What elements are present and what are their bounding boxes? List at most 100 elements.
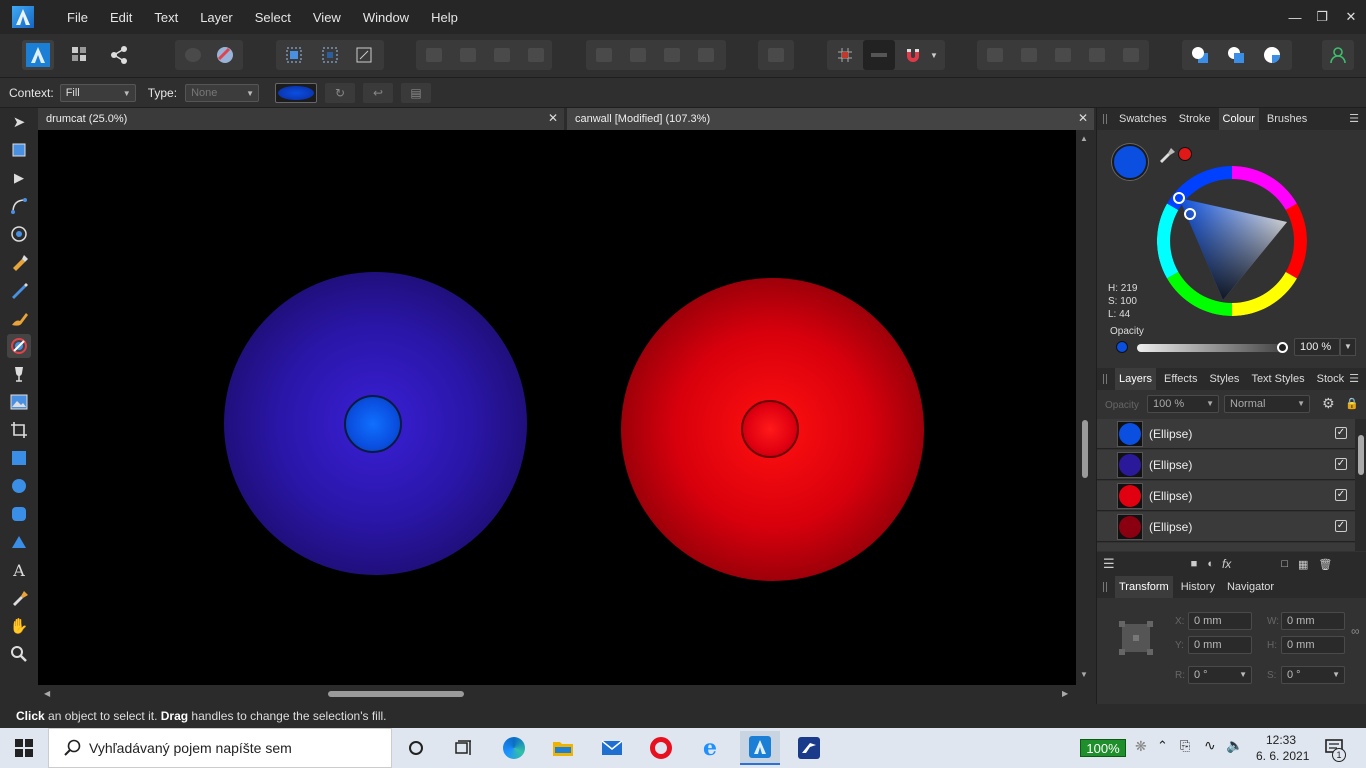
- canvas[interactable]: [38, 130, 1076, 685]
- grip-icon[interactable]: [1103, 582, 1107, 592]
- wifi-icon[interactable]: ∿: [1204, 737, 1216, 754]
- grip-icon[interactable]: [1103, 374, 1107, 384]
- tab-brushes[interactable]: Brushes: [1263, 108, 1311, 130]
- transform-origin-button[interactable]: [348, 40, 380, 70]
- tab-effects[interactable]: Effects: [1160, 368, 1201, 390]
- layer-row[interactable]: (Ellipse) ✓: [1097, 419, 1355, 449]
- transparency-tool[interactable]: [7, 362, 31, 386]
- scroll-up-icon[interactable]: ▲: [1080, 134, 1088, 143]
- context-select[interactable]: Fill ▼: [59, 83, 136, 102]
- internet-explorer-app[interactable]: e: [695, 734, 725, 762]
- assistant-button[interactable]: [177, 40, 209, 70]
- type-select[interactable]: None ▼: [185, 83, 260, 102]
- fx-icon[interactable]: fx: [1222, 557, 1231, 571]
- tab-stock[interactable]: Stock: [1313, 368, 1349, 390]
- layer-row[interactable]: (Ellipse) ✓: [1097, 512, 1355, 542]
- tab-canwall[interactable]: canwall [Modified] (107.3%) ✕: [567, 108, 1094, 130]
- panel-menu-icon[interactable]: ☰: [1349, 112, 1359, 125]
- reverse-fill-button[interactable]: ↻: [325, 82, 356, 103]
- aspect-fill-button[interactable]: ▤: [401, 82, 432, 103]
- close-window-icon[interactable]: ✕: [1336, 0, 1366, 34]
- snapping-grid-button[interactable]: [829, 40, 861, 70]
- chevron-up-icon[interactable]: ⌃: [1157, 738, 1168, 754]
- cortana-button[interactable]: [401, 734, 431, 762]
- rotation-input[interactable]: 0 ° ▼: [1188, 666, 1252, 684]
- scroll-down-icon[interactable]: ▼: [1080, 670, 1088, 679]
- gear-icon[interactable]: ⚙: [1322, 395, 1335, 412]
- menu-select[interactable]: Select: [244, 10, 302, 25]
- zoom-tool[interactable]: [7, 642, 31, 666]
- blend-mode-select[interactable]: Normal ▼: [1224, 395, 1310, 413]
- triangle-tool[interactable]: [7, 530, 31, 554]
- rotate-right-button[interactable]: [690, 40, 722, 70]
- horizontal-scrollbar[interactable]: ◀ ▶: [38, 685, 1076, 704]
- tab-transform[interactable]: Transform: [1115, 576, 1173, 598]
- opacity-slider-handle[interactable]: [1277, 342, 1288, 353]
- menu-window[interactable]: Window: [352, 10, 420, 25]
- crop-tool[interactable]: [7, 418, 31, 442]
- layers-scroll-thumb[interactable]: [1358, 435, 1364, 475]
- rotate-left-button[interactable]: [656, 40, 688, 70]
- menu-view[interactable]: View: [302, 10, 352, 25]
- brightness-icon[interactable]: ❋: [1135, 738, 1147, 755]
- mail-app[interactable]: [597, 734, 627, 762]
- rotate-fill-button[interactable]: ↩: [363, 82, 394, 103]
- account-button[interactable]: [1322, 40, 1354, 70]
- lock-icon[interactable]: 🔒: [1345, 397, 1359, 410]
- visibility-checkbox[interactable]: ✓: [1335, 520, 1347, 532]
- pen-tool[interactable]: [7, 250, 31, 274]
- menu-edit[interactable]: Edit: [99, 10, 143, 25]
- menu-file[interactable]: File: [56, 10, 99, 25]
- fill-tool[interactable]: [7, 334, 31, 358]
- mask-icon[interactable]: ■: [1191, 558, 1198, 570]
- battery-indicator[interactable]: 100%: [1080, 739, 1126, 757]
- scroll-left-icon[interactable]: ◀: [44, 689, 50, 698]
- close-icon[interactable]: ✕: [548, 111, 558, 125]
- start-button[interactable]: [8, 734, 40, 762]
- blue-inner-ellipse[interactable]: [344, 395, 402, 453]
- text-tool[interactable]: A: [7, 558, 31, 582]
- volume-icon[interactable]: 🔈: [1226, 737, 1243, 754]
- panel-menu-icon[interactable]: ☰: [1349, 372, 1359, 385]
- tab-navigator[interactable]: Navigator: [1223, 576, 1278, 598]
- taskbar-search-box[interactable]: Vyhľadávaný pojem napíšte sem: [48, 728, 392, 768]
- artboard-tool[interactable]: [7, 138, 31, 162]
- select-bounds-button[interactable]: [314, 40, 346, 70]
- scroll-right-icon[interactable]: ▶: [1062, 689, 1068, 698]
- tab-styles[interactable]: Styles: [1205, 368, 1243, 390]
- ellipse-tool[interactable]: [7, 474, 31, 498]
- menu-text[interactable]: Text: [143, 10, 189, 25]
- color-picker-tool[interactable]: [7, 586, 31, 610]
- boolean-subtract-button[interactable]: [1013, 40, 1045, 70]
- fill-preview-swatch[interactable]: [275, 82, 318, 103]
- snap-options-button[interactable]: [863, 40, 895, 70]
- colour-wheel[interactable]: [1157, 166, 1307, 316]
- mode-button[interactable]: [209, 40, 241, 70]
- layer-row[interactable]: (Ellipse) ✓: [1097, 450, 1355, 480]
- layers-scrollbar[interactable]: [1355, 419, 1366, 551]
- select-all-button[interactable]: [278, 40, 310, 70]
- task-view-button[interactable]: [449, 734, 479, 762]
- flip-vertical-button[interactable]: [622, 40, 654, 70]
- clock-time[interactable]: 12:33: [1266, 733, 1296, 747]
- file-explorer-app[interactable]: [548, 734, 578, 762]
- export-persona-button[interactable]: [103, 40, 135, 70]
- tab-stroke[interactable]: Stroke: [1175, 108, 1215, 130]
- insert-top-button[interactable]: [1220, 40, 1252, 70]
- layer-opacity-select[interactable]: 100 % ▼: [1147, 395, 1219, 413]
- snapping-dropdown-icon[interactable]: ▼: [925, 40, 943, 70]
- tab-history[interactable]: History: [1177, 576, 1219, 598]
- affinity-designer-app[interactable]: [740, 731, 780, 765]
- y-input[interactable]: 0 mm: [1188, 636, 1252, 654]
- shear-input[interactable]: 0 ° ▼: [1281, 666, 1345, 684]
- vector-brush-tool[interactable]: [7, 306, 31, 330]
- insert-inside-button[interactable]: [1256, 40, 1288, 70]
- x-input[interactable]: 0 mm: [1188, 612, 1252, 630]
- visibility-checkbox[interactable]: ✓: [1335, 489, 1347, 501]
- anchor-selector-icon[interactable]: [1118, 620, 1154, 656]
- layer-row[interactable]: (Ellipse) ✓: [1097, 481, 1355, 511]
- vertical-scroll-thumb[interactable]: [1082, 420, 1088, 478]
- delete-icon[interactable]: 🗑: [1318, 558, 1332, 571]
- vertical-scrollbar[interactable]: ▲ ▼: [1076, 130, 1094, 685]
- red-inner-ellipse[interactable]: [741, 400, 799, 458]
